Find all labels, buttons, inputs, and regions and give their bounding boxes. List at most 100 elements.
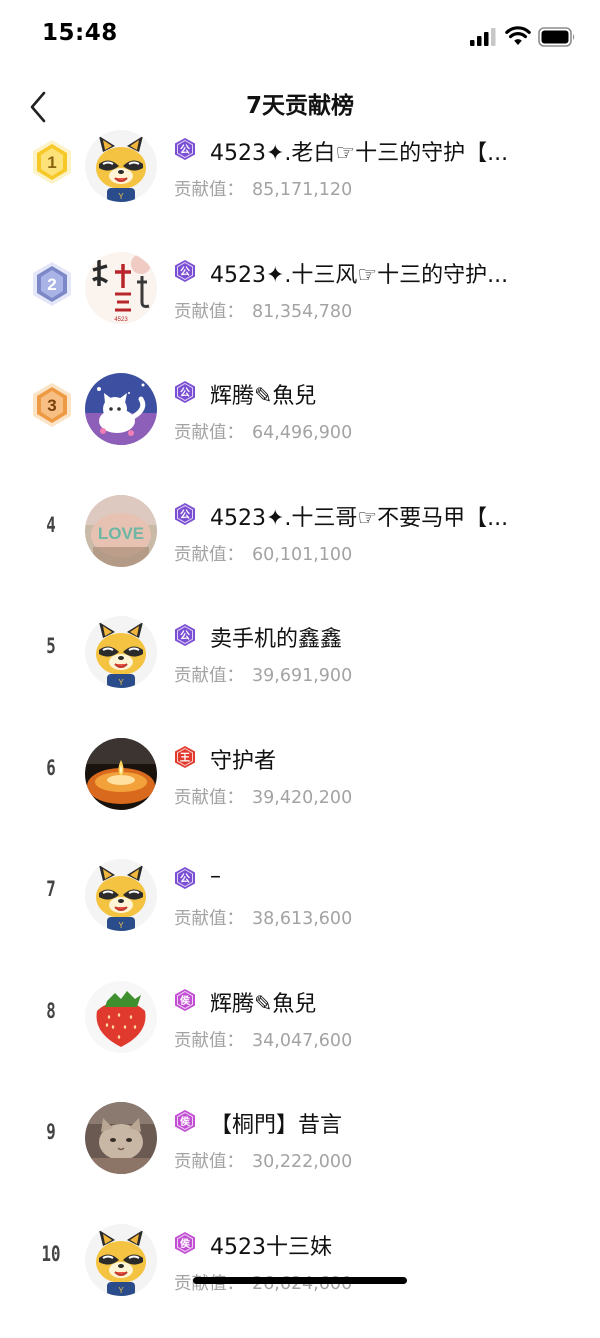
contribution-label: 贡献值： <box>174 301 244 322</box>
raccoon-mascot-avatar[interactable]: Y <box>85 130 157 202</box>
svg-text:3: 3 <box>47 396 56 415</box>
ranking-row[interactable]: 7 Y 公 – 贡献值： 38,613,600 <box>0 859 600 973</box>
rank-number: 7 <box>46 877 56 901</box>
contribution-number: 39,420,200 <box>252 787 353 808</box>
user-name: 守护者 <box>210 748 277 774</box>
contribution-value: 贡献值： 39,420,200 <box>174 784 352 809</box>
contribution-value: 贡献值： 85,171,120 <box>174 176 352 201</box>
cartoon-cat-avatar[interactable] <box>85 373 157 445</box>
svg-text:Y: Y <box>118 678 124 687</box>
contribution-number: 81,354,780 <box>252 301 353 322</box>
svg-text:公: 公 <box>180 144 190 156</box>
svg-text:公: 公 <box>180 630 190 642</box>
rank-number: 6 <box>46 755 56 780</box>
svg-text:4523: 4523 <box>114 317 128 323</box>
ranking-row[interactable]: 6 王 守护者贡献值： 39,420,200 <box>0 737 600 852</box>
ranking-row[interactable]: 4 LOVE 公 4523✦.十三哥☞不要马甲【... 贡献值： 60,101,10… <box>0 494 600 609</box>
contribution-label: 贡献值： <box>174 1152 244 1172</box>
user-name: – <box>210 864 221 889</box>
contribution-number: 64,496,900 <box>252 423 353 443</box>
wifi-icon <box>505 26 531 45</box>
gold-medal-icon: 1 <box>30 138 74 186</box>
ranking-row[interactable]: 2 4523 公 4523✦.十三风☞十三的守护... 贡献值： 81,354,78… <box>0 251 600 366</box>
contribution-value: 贡献值： 39,691,900 <box>174 662 352 687</box>
love-photo-avatar[interactable]: LOVE <box>85 494 157 567</box>
guild-badge-icon: 公 <box>174 380 196 404</box>
user-name: 【桐門】昔言 <box>210 1113 343 1138</box>
status-time: 15:48 <box>42 20 118 46</box>
user-name: 4523十三妹 <box>210 1234 332 1260</box>
contribution-value: 贡献值： 64,496,900 <box>174 419 352 444</box>
user-name: 4523✦.十三哥☞不要马甲【... <box>210 505 509 531</box>
contribution-label: 贡献值： <box>174 423 244 443</box>
contribution-label: 贡献值： <box>174 1030 244 1051</box>
contribution-number: 60,101,100 <box>252 544 353 565</box>
svg-text:侯: 侯 <box>180 1115 191 1128</box>
king-badge-icon: 王 <box>174 745 196 769</box>
svg-text:侯: 侯 <box>180 994 191 1007</box>
contribution-label: 贡献值： <box>174 666 244 686</box>
rank-number: 5 <box>46 634 56 658</box>
guild-badge-icon: 公 <box>174 866 196 890</box>
marquis-badge-icon: 侯 <box>174 988 196 1012</box>
cat-photo-avatar[interactable] <box>85 1102 157 1174</box>
candle-avatar[interactable] <box>85 737 157 810</box>
raccoon-mascot-avatar[interactable]: Y <box>85 616 157 688</box>
rank-number: 4 <box>46 512 56 537</box>
svg-text:1: 1 <box>47 153 56 172</box>
contribution-value: 贡献值： 34,047,600 <box>174 1027 352 1052</box>
contribution-value: 贡献值： 38,613,600 <box>174 905 352 930</box>
contribution-number: 39,691,900 <box>252 666 353 686</box>
ranking-row[interactable]: 5 Y 公 卖手机的鑫鑫贡献值： 39,691,900 <box>0 616 600 730</box>
svg-text:侯: 侯 <box>180 1237 191 1250</box>
guild-badge-icon: 公 <box>174 259 196 283</box>
svg-text:2: 2 <box>47 275 56 294</box>
guild-badge-icon: 公 <box>174 623 196 647</box>
svg-text:公: 公 <box>180 509 190 521</box>
svg-text:公: 公 <box>180 387 190 399</box>
home-indicator <box>193 1277 407 1284</box>
contribution-label: 贡献值： <box>174 787 244 808</box>
contribution-number: 38,613,600 <box>252 909 353 929</box>
rank-number: 8 <box>46 998 56 1023</box>
svg-text:公: 公 <box>180 266 190 278</box>
contribution-number: 30,222,000 <box>252 1152 353 1172</box>
guild-badge-icon: 公 <box>174 502 196 526</box>
user-name: 卖手机的鑫鑫 <box>210 627 343 652</box>
ranking-row[interactable]: 1 Y 公 4523✦.老白☞十三的守护【... 贡献值： 85,171,120 <box>0 130 600 244</box>
user-name: 4523✦.老白☞十三的守护【... <box>210 141 509 166</box>
svg-text:LOVE: LOVE <box>98 524 144 543</box>
contribution-label: 贡献值： <box>174 544 244 565</box>
ranking-row[interactable]: 9 侯 【桐門】昔言贡献值： 30,222,000 <box>0 1102 600 1216</box>
page-title: 7天贡献榜 <box>245 93 354 119</box>
rank-number: 9 <box>46 1120 56 1144</box>
contribution-value: 贡献值： 81,354,780 <box>174 298 352 323</box>
bronze-medal-icon: 3 <box>30 381 74 429</box>
battery-icon <box>538 27 575 47</box>
contribution-number: 85,171,120 <box>252 180 353 200</box>
contribution-value: 贡献值： 60,101,100 <box>174 541 352 566</box>
raccoon-mascot-avatar[interactable]: Y <box>85 859 157 931</box>
ranking-row[interactable]: 3 公 辉腾✎魚兒贡献值： 64,496,900 <box>0 373 600 487</box>
svg-text:Y: Y <box>118 921 124 930</box>
marquis-badge-icon: 侯 <box>174 1231 196 1255</box>
cellular-signal-icon <box>470 28 496 46</box>
contribution-number: 34,047,600 <box>252 1030 353 1051</box>
contribution-label: 贡献值： <box>174 909 244 929</box>
ranking-row[interactable]: 8 侯 辉腾✎魚兒贡献值： 34,047,600 <box>0 980 600 1095</box>
contribution-value: 贡献值： 30,222,000 <box>174 1148 352 1173</box>
calligraphy-avatar[interactable]: 4523 <box>85 251 157 324</box>
svg-text:Y: Y <box>118 192 124 201</box>
svg-text:王: 王 <box>180 752 190 764</box>
user-name: 4523✦.十三风☞十三的守护... <box>210 262 509 288</box>
strawberry-avatar[interactable] <box>85 980 157 1053</box>
svg-text:Y: Y <box>118 1286 124 1295</box>
svg-text:公: 公 <box>180 873 190 885</box>
user-name: 辉腾✎魚兒 <box>210 384 317 409</box>
raccoon-mascot-avatar[interactable]: Y <box>85 1223 157 1296</box>
status-bar: 15:48 <box>0 0 600 72</box>
user-name: 辉腾✎魚兒 <box>210 991 317 1017</box>
contribution-label: 贡献值： <box>174 180 244 200</box>
marquis-badge-icon: 侯 <box>174 1109 196 1133</box>
silver-medal-icon: 2 <box>30 260 74 308</box>
